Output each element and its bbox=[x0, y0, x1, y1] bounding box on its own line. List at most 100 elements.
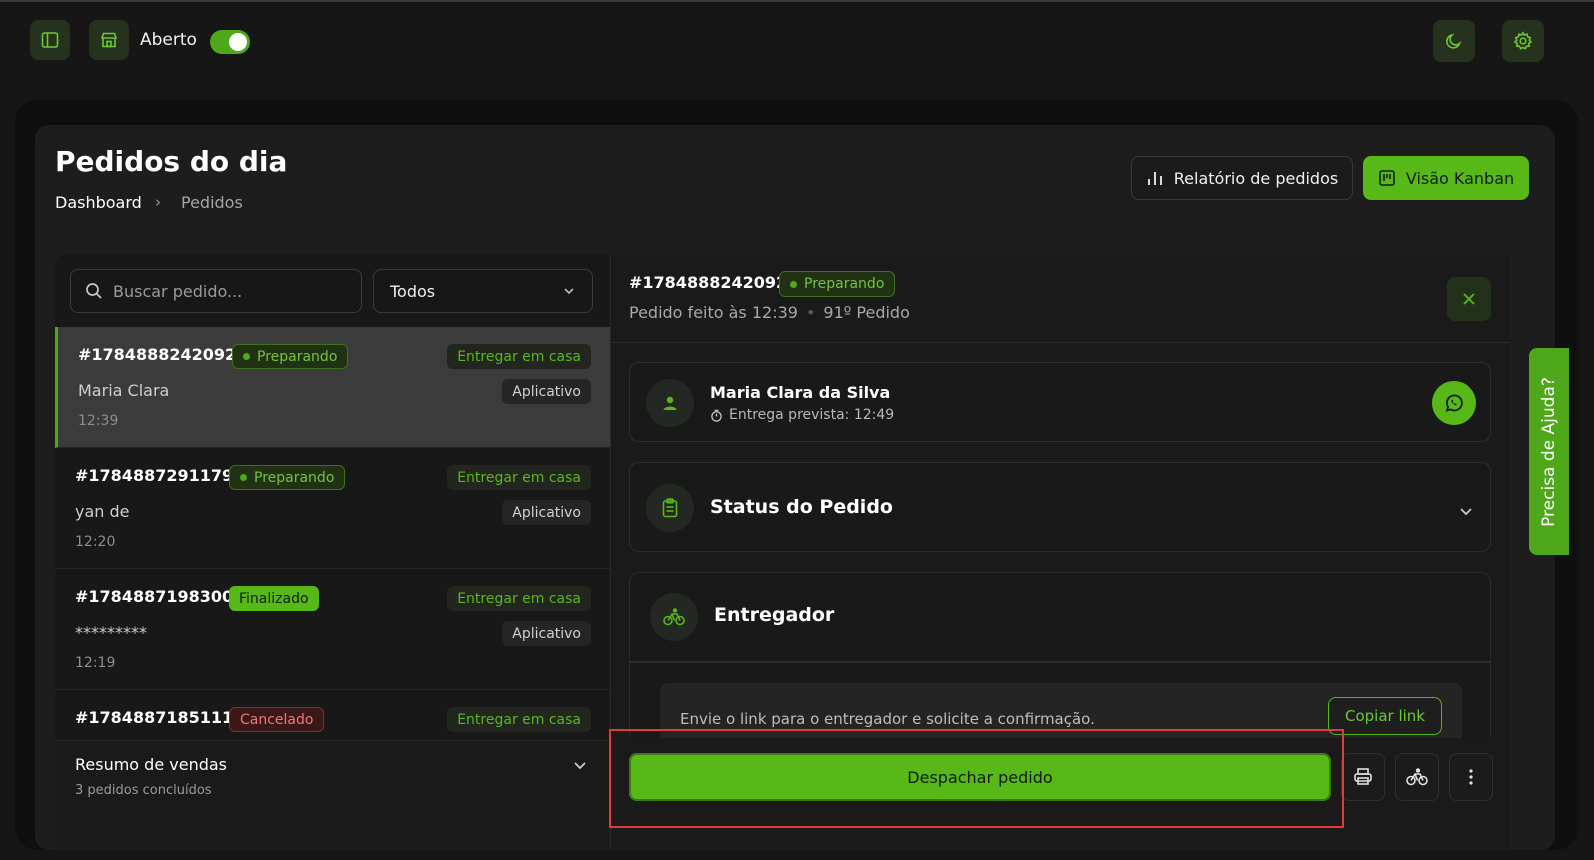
order-time: 12:20 bbox=[75, 534, 116, 550]
orders-report-button[interactable]: Relatório de pedidos bbox=[1131, 156, 1353, 200]
customer-name: ********* bbox=[75, 623, 147, 642]
status-dot bbox=[790, 280, 797, 288]
status-dot bbox=[243, 353, 250, 360]
status-badge-label: Preparando bbox=[804, 276, 885, 292]
order-id: #1784888242092 bbox=[78, 345, 237, 364]
help-tab-label: Precisa de Ajuda? bbox=[1539, 376, 1560, 527]
gear-icon bbox=[1513, 31, 1533, 50]
order-time: 12:19 bbox=[75, 655, 116, 671]
store-open-toggle[interactable] bbox=[210, 30, 250, 54]
order-source-badge: Aplicativo bbox=[502, 500, 591, 525]
breadcrumb-dashboard[interactable]: Dashboard bbox=[55, 193, 142, 212]
close-icon bbox=[1463, 293, 1475, 305]
divider bbox=[630, 661, 1490, 663]
close-detail-button[interactable] bbox=[1447, 277, 1491, 321]
sales-summary-subtitle: 3 pedidos concluídos bbox=[75, 783, 212, 798]
order-item[interactable]: #1784888242092 Preparando Entregar em ca… bbox=[55, 327, 610, 448]
search-icon bbox=[86, 283, 102, 299]
order-placed-time: Pedido feito às 12:39 bbox=[629, 303, 798, 322]
more-vertical-icon bbox=[1469, 769, 1473, 785]
kanban-view-button[interactable]: Visão Kanban bbox=[1363, 156, 1529, 200]
delivery-type-badge: Entregar em casa bbox=[447, 344, 591, 369]
whatsapp-button[interactable] bbox=[1432, 381, 1476, 425]
order-meta: Pedido feito às 12:39 • 91º Pedido bbox=[629, 303, 910, 322]
help-tab[interactable]: Precisa de Ajuda? bbox=[1529, 348, 1569, 555]
order-source-badge: Aplicativo bbox=[502, 621, 591, 646]
sales-summary-title: Resumo de vendas bbox=[75, 755, 228, 774]
page-title: Pedidos do dia bbox=[55, 145, 288, 178]
toggle-knob bbox=[229, 33, 247, 51]
order-list: Buscar pedido... Todos #1784888242092 Pr… bbox=[55, 255, 610, 850]
kanban-view-label: Visão Kanban bbox=[1405, 168, 1515, 188]
top-bar: Aberto bbox=[0, 2, 1594, 82]
orders-panel: Pedidos do dia Dashboard › Pedidos Relat… bbox=[35, 125, 1555, 850]
sales-summary[interactable]: Resumo de vendas 3 pedidos concluídos bbox=[55, 740, 610, 850]
breadcrumb-current: Pedidos bbox=[181, 193, 243, 212]
order-detail-header: #1784888242092 Preparando Pedido feito à… bbox=[611, 255, 1510, 343]
courier-link-hint: Envie o link para o entregador e solicit… bbox=[680, 710, 1095, 728]
delivery-eta-text: Entrega prevista: 12:49 bbox=[729, 407, 895, 423]
order-item[interactable]: #1784887198300 Finalizado Entregar em ca… bbox=[55, 569, 610, 690]
customer-name: yan de bbox=[75, 502, 130, 521]
bar-chart-icon bbox=[1147, 172, 1162, 185]
search-placeholder: Buscar pedido... bbox=[113, 281, 243, 301]
more-options-button[interactable] bbox=[1449, 753, 1493, 801]
status-badge: Finalizado bbox=[229, 586, 319, 611]
order-id: #1784887185111 bbox=[75, 708, 234, 727]
status-filter-select[interactable]: Todos bbox=[373, 269, 593, 313]
assign-courier-button[interactable] bbox=[1395, 753, 1439, 801]
print-button[interactable] bbox=[1341, 753, 1385, 801]
status-badge-label: Preparando bbox=[254, 469, 335, 486]
status-badge: Preparando bbox=[229, 465, 346, 490]
detail-footer: Despachar pedido bbox=[611, 738, 1510, 850]
theme-toggle-button[interactable] bbox=[1433, 20, 1475, 62]
delivery-eta: Entrega prevista: 12:49 bbox=[710, 407, 894, 423]
bicycle-icon bbox=[1406, 768, 1428, 786]
store-button[interactable] bbox=[89, 20, 129, 60]
status-badge: Preparando bbox=[232, 344, 349, 369]
settings-button[interactable] bbox=[1502, 20, 1544, 62]
kanban-icon bbox=[1379, 170, 1395, 186]
whatsapp-icon bbox=[1445, 394, 1463, 412]
orders-report-label: Relatório de pedidos bbox=[1173, 168, 1339, 188]
status-filter-value: Todos bbox=[390, 281, 436, 301]
customer-name: Maria Clara bbox=[78, 381, 170, 400]
dispatch-order-button[interactable]: Despachar pedido bbox=[629, 753, 1331, 801]
order-detail-id: #1784888242092 bbox=[629, 273, 788, 292]
order-count: 91º Pedido bbox=[823, 303, 910, 322]
status-dot bbox=[240, 474, 247, 481]
breadcrumb-separator-icon: › bbox=[155, 193, 161, 211]
delivery-type-badge: Entregar em casa bbox=[447, 465, 591, 490]
search-input[interactable]: Buscar pedido... bbox=[70, 269, 362, 313]
sidebar-icon bbox=[41, 32, 59, 48]
order-source-badge: Aplicativo bbox=[502, 379, 591, 404]
store-icon bbox=[100, 32, 118, 48]
order-id: #1784887291179 bbox=[75, 466, 234, 485]
store-status-label: Aberto bbox=[140, 30, 197, 50]
order-status-title: Status do Pedido bbox=[710, 496, 893, 518]
courier-title: Entregador bbox=[714, 604, 835, 626]
copy-link-button[interactable]: Copiar link bbox=[1328, 697, 1442, 735]
chevron-down-icon bbox=[1460, 508, 1472, 516]
user-icon bbox=[646, 379, 694, 427]
chevron-down-icon bbox=[574, 762, 586, 770]
order-id: #1784887198300 bbox=[75, 587, 234, 606]
moon-icon bbox=[1446, 33, 1462, 49]
printer-icon bbox=[1354, 768, 1372, 785]
order-detail: #1784888242092 Preparando Pedido feito à… bbox=[610, 255, 1510, 850]
status-badge: Cancelado bbox=[229, 707, 325, 732]
status-badge-label: Preparando bbox=[257, 348, 338, 365]
clipboard-icon bbox=[646, 484, 694, 532]
status-badge: Preparando bbox=[779, 271, 896, 297]
delivery-type-badge: Entregar em casa bbox=[447, 586, 591, 611]
meta-separator: • bbox=[805, 303, 816, 322]
chevron-down-icon bbox=[564, 288, 574, 295]
sidebar-toggle-button[interactable] bbox=[30, 20, 70, 60]
delivery-type-badge: Entregar em casa bbox=[447, 707, 591, 732]
customer-card: Maria Clara da Silva Entrega prevista: 1… bbox=[629, 362, 1491, 442]
order-time: 12:39 bbox=[78, 413, 119, 429]
order-item[interactable]: #1784887291179 Preparando Entregar em ca… bbox=[55, 448, 610, 569]
customer-full-name: Maria Clara da Silva bbox=[710, 383, 891, 402]
order-status-card[interactable]: Status do Pedido bbox=[629, 462, 1491, 552]
bicycle-icon bbox=[650, 593, 698, 641]
